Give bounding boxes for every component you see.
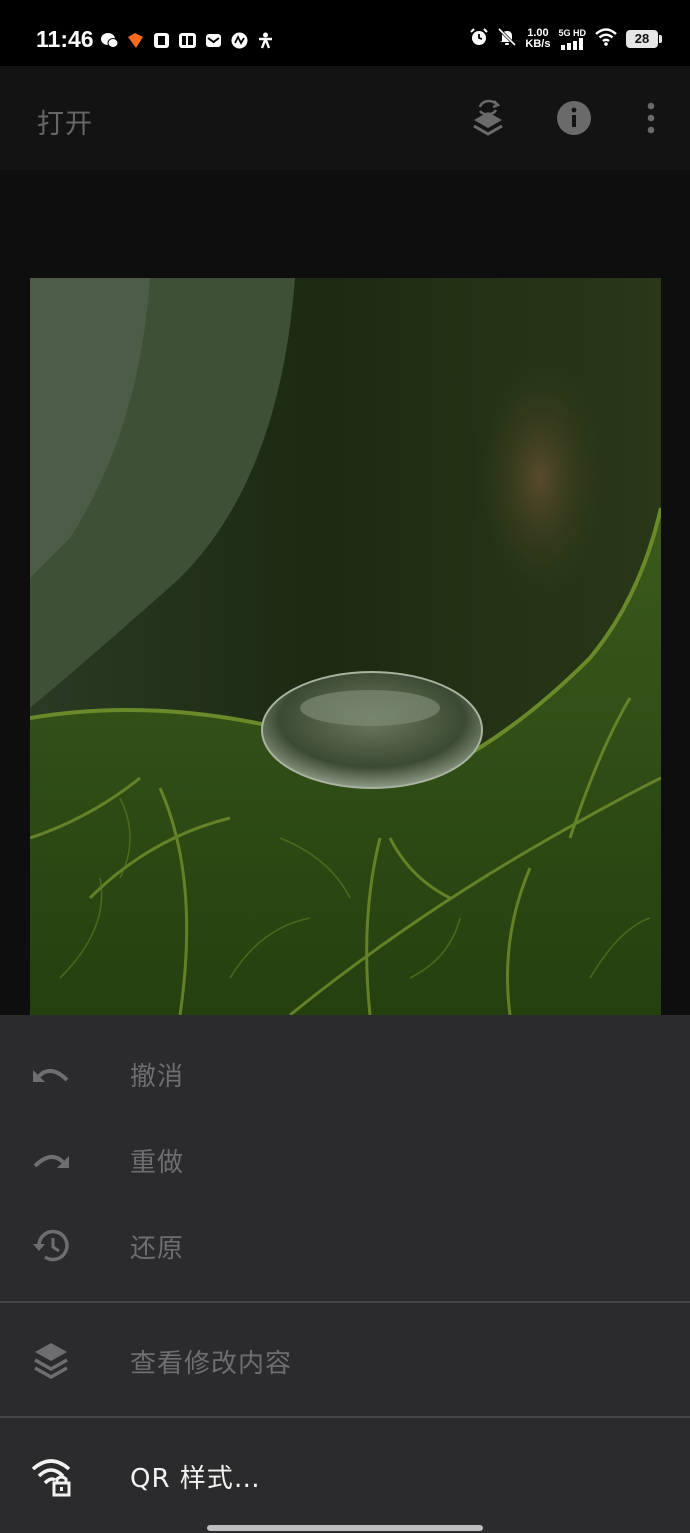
net-speed: 1.00 KB/s — [525, 28, 550, 50]
signal-label: 5G HD — [558, 27, 586, 38]
wifi-icon — [594, 27, 618, 51]
menu-item-label: 查看修改内容 — [130, 1348, 293, 1379]
mail-icon — [204, 31, 223, 50]
app-icon-3 — [256, 31, 275, 50]
layers-icon — [30, 1340, 72, 1382]
app-bar: 打开 — [0, 66, 690, 170]
menu-item-label: QR 样式… — [130, 1463, 261, 1494]
history-icon — [30, 1225, 72, 1267]
info-icon[interactable] — [550, 94, 598, 142]
status-time: 11:46 — [36, 26, 94, 52]
menu-item-label: 撤消 — [130, 1061, 185, 1092]
mute-icon — [497, 27, 517, 51]
more-vert-icon[interactable] — [627, 94, 675, 142]
notification-icons — [100, 31, 275, 50]
signal-icon: 5G HD — [558, 27, 586, 50]
app-icon-2 — [230, 31, 249, 50]
layers-revert-icon[interactable] — [464, 94, 512, 142]
status-bar: 11:46 1.00 KB/s 5G HD 28 — [0, 0, 690, 66]
wechat-icon — [100, 31, 119, 50]
menu-item-revert[interactable]: 还原 — [0, 1203, 690, 1289]
open-button[interactable]: 打开 — [37, 102, 93, 141]
app-icon — [152, 31, 171, 50]
qr-style-icon — [30, 1455, 72, 1497]
overflow-menu-sheet: 撤消 重做 还原 查看修改内容 QR 样式… — [0, 1015, 690, 1533]
alarm-icon — [469, 27, 489, 51]
home-indicator[interactable] — [207, 1525, 483, 1531]
taobao-icon — [126, 31, 145, 50]
net-speed-unit: KB/s — [525, 38, 551, 50]
tieba-icon — [178, 31, 197, 50]
menu-divider — [0, 1416, 690, 1418]
menu-item-label: 还原 — [130, 1233, 185, 1264]
battery-icon: 28 — [626, 30, 662, 48]
menu-item-label: 重做 — [130, 1147, 185, 1178]
system-icons: 1.00 KB/s 5G HD 28 — [469, 27, 662, 51]
redo-icon — [30, 1139, 72, 1181]
photo-preview — [30, 278, 661, 1015]
menu-item-qr-style[interactable]: QR 样式… — [0, 1433, 690, 1519]
undo-icon — [30, 1053, 72, 1095]
menu-item-undo[interactable]: 撤消 — [0, 1031, 690, 1117]
menu-divider — [0, 1301, 690, 1303]
menu-item-redo[interactable]: 重做 — [0, 1117, 690, 1203]
menu-item-view-edits[interactable]: 查看修改内容 — [0, 1318, 690, 1404]
